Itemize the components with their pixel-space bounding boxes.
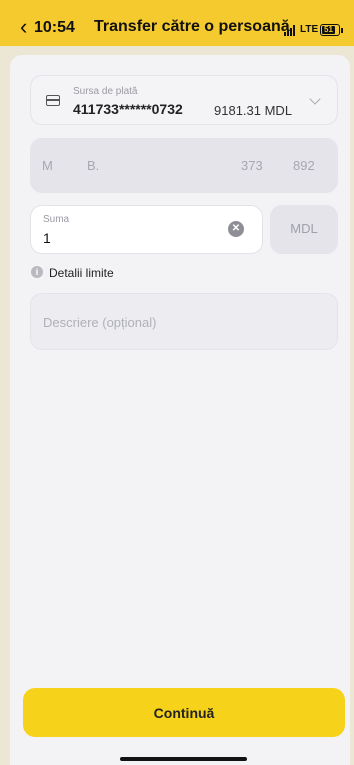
network-type: LTE xyxy=(300,24,319,35)
recipient-country-code: 373 xyxy=(241,158,263,173)
recipient-phone-suffix: 892 xyxy=(293,158,315,173)
description-field[interactable]: Descriere (opțional) xyxy=(30,293,338,350)
status-bar: ‹ 10:54 Transfer către o persoană LTE 51 xyxy=(0,0,354,46)
battery-level: 51 xyxy=(322,26,335,34)
currency-label: MDL xyxy=(290,221,318,236)
transfer-form: Sursa de plată 411733******0732 9181.31 … xyxy=(10,55,350,765)
home-indicator xyxy=(120,757,247,761)
amount-input[interactable]: Suma 1 ✕ xyxy=(30,205,263,254)
page-title: Transfer către o persoană xyxy=(94,18,290,35)
clear-icon[interactable]: ✕ xyxy=(228,221,244,237)
payment-source-select[interactable]: Sursa de plată 411733******0732 9181.31 … xyxy=(30,75,338,125)
currency-select[interactable]: MDL xyxy=(270,205,338,254)
recipient-first-initial: M xyxy=(42,158,53,173)
continue-button[interactable]: Continuă xyxy=(23,688,345,737)
limits-details-link[interactable]: Detalii limite xyxy=(49,266,114,280)
battery-icon: 51 xyxy=(320,24,343,36)
info-icon[interactable]: i xyxy=(31,266,43,278)
card-number: 411733******0732 xyxy=(73,101,183,117)
recipient-field[interactable]: M B. 373 892 xyxy=(30,138,338,193)
amount-label: Suma xyxy=(43,214,70,225)
recipient-last-initial: B. xyxy=(87,158,100,173)
signal-icon xyxy=(284,25,298,36)
card-balance: 9181.31 MDL xyxy=(214,103,293,118)
description-placeholder: Descriere (opțional) xyxy=(43,315,157,330)
credit-card-icon xyxy=(46,95,60,106)
payment-source-label: Sursa de plată xyxy=(73,86,138,97)
chevron-down-icon xyxy=(309,93,321,105)
clock: 10:54 xyxy=(34,19,75,36)
amount-value: 1 xyxy=(43,230,51,246)
